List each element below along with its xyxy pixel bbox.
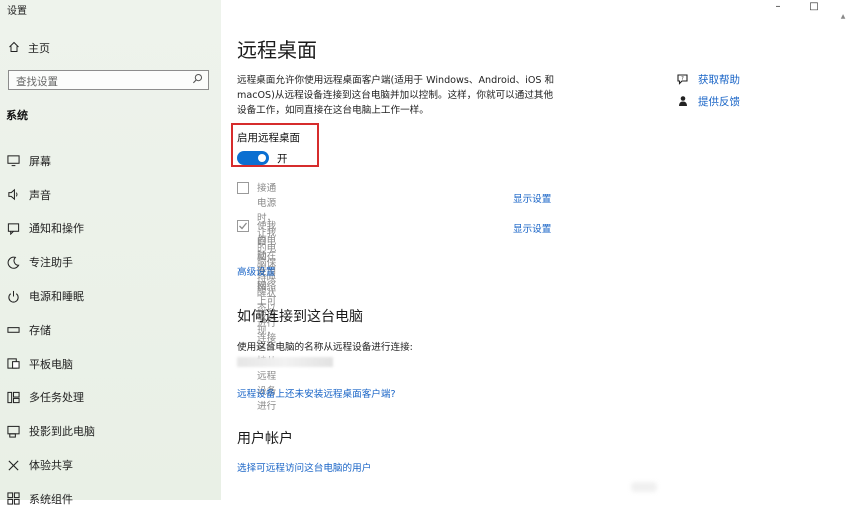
show-settings-link[interactable]: 显示设置 (513, 191, 551, 205)
sidebar-item-label: 通知和操作 (29, 222, 84, 236)
accounts-heading: 用户帐户 (237, 431, 293, 447)
sidebar-item-label: 电源和睡眠 (29, 290, 84, 304)
pc-name-redacted (237, 357, 333, 367)
sidebar-nav: 屏幕 声音 通知和操作 专注助手 电源和睡眠 存储 平板电脑 多任务处理 投影到… (0, 144, 221, 516)
monitor-icon (6, 154, 20, 168)
sidebar-item-label: 系统组件 (29, 492, 73, 506)
show-settings-link[interactable]: 显示设置 (513, 221, 551, 235)
enable-remote-desktop-label: 启用远程桌面 (237, 132, 300, 144)
home-icon (6, 41, 22, 56)
moon-icon (6, 255, 20, 269)
toggle-state-label: 开 (277, 153, 288, 165)
maximize-button[interactable]: □ (799, 0, 829, 14)
chat-help-icon: ? (676, 72, 690, 86)
sidebar-item-multitasking[interactable]: 多任务处理 (0, 381, 221, 415)
feedback-link[interactable]: 提供反馈 (676, 90, 740, 112)
get-help-label: 获取帮助 (698, 73, 740, 86)
speaker-icon (6, 188, 20, 202)
feedback-label: 提供反馈 (698, 95, 740, 108)
no-client-link[interactable]: 远程设备上还未安装远程桌面客户端? (237, 386, 396, 400)
sidebar-item-tablet[interactable]: 平板电脑 (0, 347, 221, 381)
sidebar-item-label: 存储 (29, 323, 51, 337)
project-icon (6, 424, 20, 438)
sidebar-item-label: 多任务处理 (29, 391, 84, 405)
sidebar-item-label: 专注助手 (29, 256, 73, 270)
howto-description: 使用这台电脑的名称从远程设备进行连接: (237, 342, 413, 353)
keep-awake-checkbox[interactable] (237, 182, 249, 194)
watermark (631, 482, 657, 492)
toggle-knob (258, 154, 266, 162)
sidebar-item-focus-assist[interactable]: 专注助手 (0, 245, 221, 279)
enable-remote-desktop-toggle[interactable] (237, 151, 269, 165)
advanced-settings-link[interactable]: 高级设置 (237, 264, 275, 278)
sidebar-item-storage[interactable]: 存储 (0, 313, 221, 347)
power-icon (6, 289, 20, 303)
search-input[interactable]: 查找设置 (8, 70, 209, 90)
title-bar: 设置 – □ (0, 0, 847, 17)
select-users-link[interactable]: 选择可远程访问这台电脑的用户 (237, 460, 371, 474)
sidebar: 主页 查找设置 系统 屏幕 声音 通知和操作 专注助手 电源和睡眠 存储 平板电… (0, 0, 221, 506)
sidebar-item-label: 屏幕 (29, 154, 51, 168)
section-label: 系统 (6, 109, 28, 122)
sidebar-item-notifications[interactable]: 通知和操作 (0, 212, 221, 246)
scrollbar[interactable]: ▲ (839, 14, 847, 500)
sidebar-item-project[interactable]: 投影到此电脑 (0, 414, 221, 448)
app-title: 设置 (7, 6, 27, 17)
main-content: 远程桌面 远程桌面允许你使用远程桌面客户端(适用于 Windows、Androi… (221, 0, 847, 500)
howto-heading: 如何连接到这台电脑 (237, 309, 363, 325)
sidebar-item-sound[interactable]: 声音 (0, 178, 221, 212)
tablet-icon (6, 357, 20, 371)
storage-icon (6, 323, 20, 337)
svg-text:?: ? (681, 76, 684, 82)
search-placeholder: 查找设置 (16, 76, 58, 88)
sidebar-item-system-components[interactable]: 系统组件 (0, 482, 221, 516)
sidebar-item-power[interactable]: 电源和睡眠 (0, 279, 221, 313)
sidebar-item-label: 主页 (28, 42, 50, 55)
sidebar-item-display[interactable]: 屏幕 (0, 144, 221, 178)
sidebar-item-label: 投影到此电脑 (29, 425, 95, 439)
minimize-button[interactable]: – (763, 0, 793, 14)
multitask-icon (6, 390, 20, 404)
get-help-link[interactable]: ? 获取帮助 (676, 68, 740, 90)
sidebar-item-label: 体验共享 (29, 459, 73, 473)
sidebar-item-home[interactable]: 主页 (6, 38, 50, 58)
sidebar-item-shared-experiences[interactable]: 体验共享 (0, 448, 221, 482)
page-description: 远程桌面允许你使用远程桌面客户端(适用于 Windows、Android、iOS… (237, 75, 555, 116)
sidebar-item-label: 声音 (29, 188, 51, 202)
help-panel: ? 获取帮助 提供反馈 (676, 68, 740, 112)
notification-icon (6, 221, 20, 235)
sidebar-item-label: 平板电脑 (29, 357, 73, 371)
share-icon (6, 458, 20, 472)
search-icon (192, 73, 203, 84)
feedback-icon (676, 94, 690, 108)
components-icon (6, 492, 20, 506)
discoverable-checkbox[interactable] (237, 220, 249, 232)
checkmark-icon (239, 222, 248, 230)
page-title: 远程桌面 (237, 38, 317, 62)
